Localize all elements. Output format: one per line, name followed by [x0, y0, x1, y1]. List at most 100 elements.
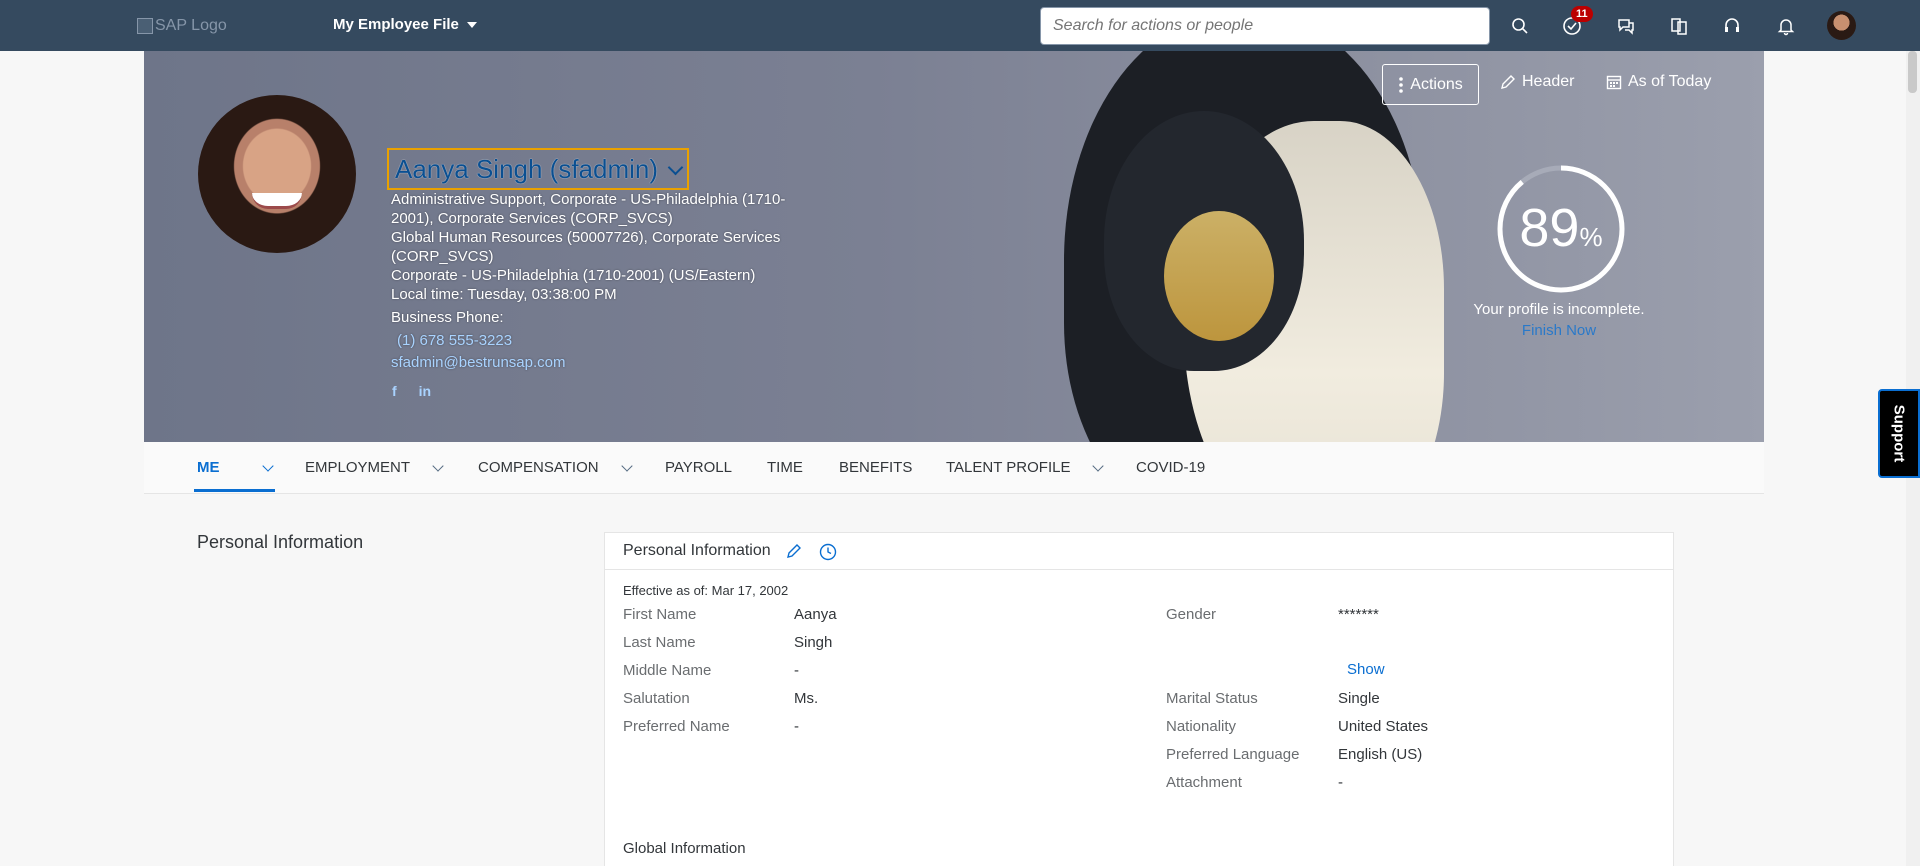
employee-name: Aanya Singh (sfadmin): [395, 153, 659, 184]
tab-employment[interactable]: EMPLOYMENT: [305, 459, 444, 476]
location-info: Corporate - US-Philadelphia (1710-2001) …: [391, 267, 756, 284]
tab-label: COMPENSATION: [478, 459, 599, 476]
completion-value: 89: [1519, 198, 1580, 258]
bell-icon: [1777, 19, 1795, 36]
logo-alt-text: SAP Logo: [155, 17, 227, 34]
as-of-label: As of Today: [1628, 73, 1712, 90]
scrollbar-thumb[interactable]: [1908, 51, 1917, 93]
field-value: English (US): [1338, 746, 1423, 763]
search-input[interactable]: [1053, 8, 1477, 44]
tab-label: TALENT PROFILE: [946, 459, 1071, 476]
chat-icon: [1618, 19, 1634, 35]
chevron-down-icon: [1092, 459, 1105, 472]
more-vertical-icon: [1399, 76, 1404, 93]
support-tab[interactable]: Support: [1878, 389, 1920, 478]
tab-label: TIME: [767, 459, 803, 476]
edit-header-button[interactable]: Header: [1500, 73, 1574, 91]
field-label: Preferred Language: [1166, 746, 1300, 763]
social-links: f in: [392, 383, 431, 399]
app-title-menu[interactable]: My Employee File: [333, 16, 477, 33]
search-button[interactable]: [1506, 12, 1534, 40]
actions-label: Actions: [1410, 75, 1463, 93]
edit-button[interactable]: [786, 543, 802, 564]
field-label: Middle Name: [623, 662, 712, 679]
tab-covid-19[interactable]: COVID-19: [1136, 459, 1205, 476]
tab-me[interactable]: ME: [197, 459, 274, 476]
user-avatar[interactable]: [1827, 11, 1856, 40]
tab-time[interactable]: TIME: [767, 459, 803, 476]
tab-compensation[interactable]: COMPENSATION: [478, 459, 633, 476]
tab-label: PAYROLL: [665, 459, 732, 476]
tab-talent-profile[interactable]: TALENT PROFILE: [946, 459, 1105, 476]
phone-label: Business Phone:: [391, 309, 504, 326]
global-information-title: Global Information: [623, 840, 746, 857]
profile-header: Aanya Singh (sfadmin) Administrative Sup…: [144, 51, 1764, 442]
profile-photo[interactable]: [198, 95, 356, 253]
field-label: Gender: [1166, 606, 1217, 623]
approvals-button[interactable]: 11: [1558, 6, 1593, 40]
help-button[interactable]: [1718, 12, 1746, 40]
field-value: -: [794, 718, 799, 735]
field-value: -: [794, 662, 799, 679]
phone-link[interactable]: (1) 678 555-3223: [391, 331, 791, 350]
app-title: My Employee File: [333, 16, 459, 33]
support-label: Support: [1890, 404, 1908, 463]
field-value: United States: [1338, 718, 1429, 735]
people-icon: [1671, 18, 1687, 35]
calendar-icon: [1606, 75, 1622, 90]
chevron-down-icon: [261, 459, 274, 472]
field-label: Marital Status: [1166, 690, 1258, 707]
field-label: Preferred Name: [623, 718, 730, 735]
notification-badge: 11: [1571, 6, 1593, 22]
section-title: Personal Information: [197, 532, 364, 552]
chevron-down-icon: [667, 159, 684, 175]
search-icon: [1512, 18, 1528, 34]
search-field[interactable]: [1040, 7, 1490, 45]
history-button[interactable]: [819, 543, 837, 566]
active-tab-indicator: [194, 489, 275, 492]
chevron-down-icon: [432, 459, 444, 472]
show-gender-link[interactable]: Show: [1347, 661, 1385, 678]
card-header: Personal Information: [605, 533, 1673, 570]
department-info: Global Human Resources (50007726), Corpo…: [391, 229, 781, 265]
field-value: Single: [1338, 690, 1380, 707]
profile-status: Your profile is incomplete.: [1473, 301, 1645, 318]
tab-label: ME: [197, 459, 220, 476]
tab-label: COVID-19: [1136, 459, 1206, 476]
linkedin-icon[interactable]: in: [419, 383, 431, 399]
field-value: Singh: [794, 634, 833, 651]
field-label: Salutation: [623, 690, 690, 707]
notifications-button[interactable]: [1772, 12, 1800, 40]
broken-image-icon: [137, 18, 153, 34]
penguin-neck: [1164, 211, 1274, 341]
local-time: Local time: Tuesday, 03:38:00 PM: [391, 286, 617, 303]
headset-icon: [1725, 18, 1739, 32]
pencil-icon: [787, 544, 801, 558]
tab-bar: ME EMPLOYMENT COMPENSATION PAYROLL TIME …: [144, 442, 1764, 494]
caret-down-icon: [466, 21, 477, 28]
percent-sign: %: [1579, 222, 1603, 252]
sap-logo[interactable]: SAP Logo: [137, 14, 227, 38]
history-clock-icon: [819, 543, 837, 561]
field-value: Ms.: [794, 690, 819, 707]
actions-button[interactable]: Actions: [1382, 64, 1479, 105]
pencil-icon: [1501, 75, 1515, 89]
email-link[interactable]: sfadmin@bestrunsap.com: [391, 353, 791, 372]
employee-name-dropdown[interactable]: Aanya Singh (sfadmin): [387, 148, 690, 190]
tab-label: BENEFITS: [839, 459, 913, 476]
feedback-button[interactable]: [1612, 12, 1640, 40]
tab-benefits[interactable]: BENEFITS: [839, 459, 912, 476]
completion-percent: 89%: [1496, 197, 1626, 259]
facebook-icon[interactable]: f: [392, 383, 397, 399]
tab-payroll[interactable]: PAYROLL: [665, 459, 732, 476]
field-label: Nationality: [1166, 718, 1237, 735]
employee-info: Administrative Support, Corporate - US-P…: [391, 190, 791, 372]
tab-label: EMPLOYMENT: [305, 459, 411, 476]
chevron-down-icon: [620, 459, 633, 472]
effective-date: Effective as of: Mar 17, 2002: [623, 583, 789, 598]
finish-now-link[interactable]: Finish Now: [1424, 322, 1694, 339]
people-button[interactable]: [1665, 12, 1693, 40]
shell-bar: SAP Logo My Employee File 11: [0, 0, 1920, 51]
personal-info-card: Personal Information Effective as of: Ma…: [604, 532, 1674, 866]
as-of-today-button[interactable]: As of Today: [1606, 73, 1711, 91]
